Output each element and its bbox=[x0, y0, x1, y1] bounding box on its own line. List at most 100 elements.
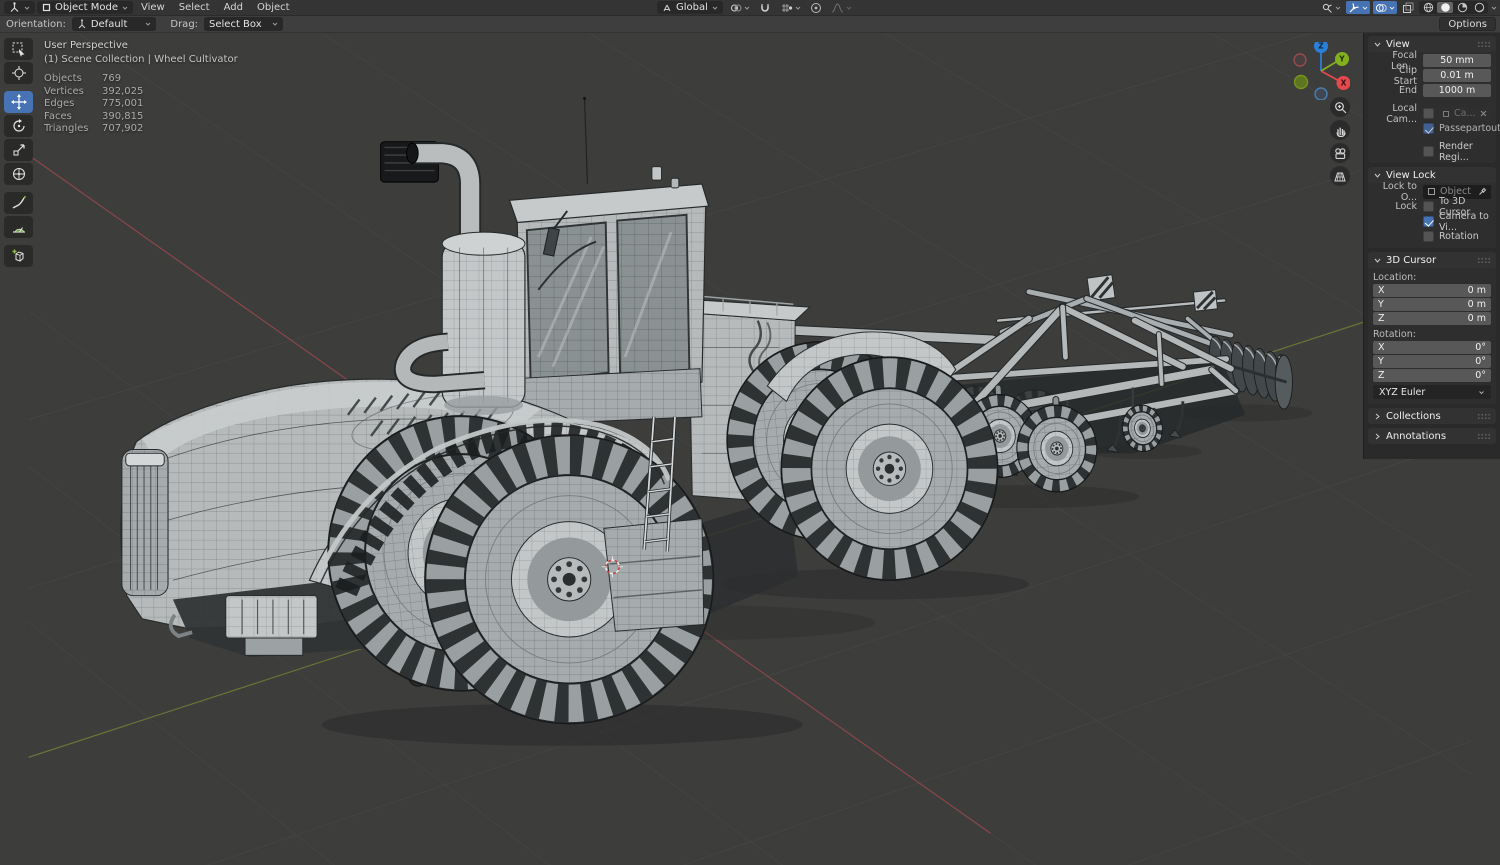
pan-view-button[interactable] bbox=[1330, 120, 1350, 140]
camera-icon bbox=[1335, 147, 1346, 159]
options-button[interactable]: Options bbox=[1439, 17, 1496, 31]
show-overlays-toggle[interactable] bbox=[1373, 1, 1397, 14]
panel-3d-cursor: 3D Cursor Location: X0 m Y0 m Z0 m Rotat… bbox=[1368, 252, 1496, 404]
breadcrumb: (1) Scene Collection | Wheel Cultivator bbox=[44, 53, 238, 65]
drag-grip-icon[interactable] bbox=[1477, 412, 1491, 420]
show-gizmos-toggle[interactable] bbox=[1346, 1, 1370, 14]
local-camera-field[interactable]: Ca... bbox=[1438, 106, 1491, 121]
zoom-view-button[interactable] bbox=[1330, 97, 1350, 117]
menu-add[interactable]: Add bbox=[218, 2, 249, 13]
viewport-3d: User Perspective (1) Scene Collection | … bbox=[0, 33, 1500, 865]
move-icon bbox=[10, 94, 27, 110]
snap-target-button[interactable] bbox=[778, 1, 803, 14]
add-primitive-tool[interactable] bbox=[4, 245, 33, 267]
camera-to-view-checkbox[interactable] bbox=[1423, 216, 1434, 227]
gizmo-axis-y[interactable]: Y bbox=[1335, 52, 1349, 66]
focal-length-field[interactable]: 50 mm bbox=[1423, 54, 1491, 67]
passepartout-label: Passepartout bbox=[1439, 123, 1500, 134]
drag-dropdown[interactable]: Select Box bbox=[204, 17, 283, 31]
gizmo-axis-x[interactable]: X bbox=[1336, 76, 1351, 90]
rotation-mode-dropdown[interactable]: XYZ Euler bbox=[1373, 385, 1491, 399]
snap-target-icon bbox=[781, 3, 793, 12]
xray-toggle[interactable] bbox=[1400, 1, 1416, 14]
object-mode-icon bbox=[42, 3, 51, 12]
shading-rendered-button[interactable] bbox=[1471, 2, 1487, 13]
chevron-down-icon[interactable] bbox=[1491, 5, 1497, 11]
falloff-button[interactable] bbox=[829, 1, 854, 14]
clip-end-field[interactable]: 1000 m bbox=[1423, 84, 1491, 97]
local-camera-checkbox[interactable] bbox=[1423, 108, 1434, 119]
panel-3d-cursor-header[interactable]: 3D Cursor bbox=[1368, 252, 1496, 268]
scale-tool[interactable] bbox=[4, 139, 33, 161]
close-icon[interactable] bbox=[1480, 110, 1487, 117]
hand-icon bbox=[1336, 127, 1346, 137]
transform-tool[interactable] bbox=[4, 163, 33, 185]
drag-grip-icon[interactable] bbox=[1477, 40, 1491, 48]
clip-end-label: End bbox=[1398, 85, 1417, 96]
editor-type-button[interactable] bbox=[4, 1, 35, 14]
cursor-rotation-z[interactable]: Z 0° bbox=[1373, 369, 1491, 382]
cursor-rotation-y[interactable]: Y 0° bbox=[1373, 355, 1491, 368]
shading-wireframe-button[interactable] bbox=[1420, 2, 1436, 13]
gizmo-axis-z[interactable]: Z bbox=[1314, 42, 1328, 53]
cursor-location-x[interactable]: X0 m bbox=[1373, 284, 1491, 297]
shading-solid-button[interactable] bbox=[1437, 2, 1453, 13]
menu-object[interactable]: Object bbox=[251, 2, 296, 13]
axes-icon bbox=[78, 19, 86, 29]
rotate-tool[interactable] bbox=[4, 115, 33, 137]
lock-rotation-label: Rotation bbox=[1439, 231, 1479, 242]
gizmo-axis-y-negative[interactable] bbox=[1293, 74, 1309, 90]
chevron-down-icon bbox=[1374, 173, 1381, 178]
perspective-toggle-button[interactable] bbox=[1330, 166, 1350, 186]
orientation-dropdown-value: Default bbox=[90, 18, 128, 30]
drag-grip-icon[interactable] bbox=[1477, 256, 1491, 264]
drag-label: Drag: bbox=[170, 18, 199, 30]
menu-select[interactable]: Select bbox=[173, 2, 216, 13]
navigation-gizmo[interactable]: Z Y X bbox=[1292, 42, 1350, 100]
camera-to-view-label: Camera to Vi... bbox=[1439, 210, 1489, 233]
cursor-tool-icon bbox=[11, 66, 26, 80]
passepartout-checkbox[interactable] bbox=[1423, 123, 1434, 134]
clip-start-field[interactable]: 0.01 m bbox=[1423, 69, 1491, 82]
cursor-location-y[interactable]: Y0 m bbox=[1373, 298, 1491, 311]
move-tool[interactable] bbox=[4, 91, 33, 113]
pivot-point-button[interactable] bbox=[728, 1, 752, 14]
orientation-dropdown[interactable]: Default bbox=[71, 17, 157, 31]
panel-collections-header[interactable]: Collections bbox=[1368, 408, 1496, 424]
svg-text:X: X bbox=[1341, 79, 1347, 88]
chevron-down-icon bbox=[122, 6, 128, 10]
chevron-right-icon bbox=[1375, 433, 1380, 439]
cursor-location-z[interactable]: Z0 m bbox=[1373, 312, 1491, 325]
cursor-location-label: Location: bbox=[1373, 272, 1417, 283]
shading-material-button[interactable] bbox=[1454, 2, 1470, 13]
show-gizmo-toggle[interactable] bbox=[1319, 1, 1343, 14]
annotate-tool[interactable] bbox=[4, 192, 33, 214]
chevron-down-icon bbox=[1335, 6, 1341, 10]
mode-select[interactable]: Object Mode bbox=[37, 1, 133, 14]
render-region-checkbox[interactable] bbox=[1423, 146, 1434, 157]
annotate-pen-icon bbox=[12, 195, 26, 209]
viewport-canvas[interactable] bbox=[0, 33, 1500, 865]
transform-orientation-select[interactable]: Global bbox=[657, 1, 723, 14]
panel-annotations-header[interactable]: Annotations bbox=[1368, 428, 1496, 444]
gizmo-axis-z-negative[interactable] bbox=[1314, 87, 1328, 100]
add-cube-icon bbox=[12, 249, 23, 262]
measure-tool[interactable] bbox=[4, 216, 33, 238]
mode-label: Object Mode bbox=[55, 2, 118, 13]
camera-view-button[interactable] bbox=[1330, 143, 1350, 163]
cursor-rotation-x[interactable]: X 0° bbox=[1373, 341, 1491, 354]
chevron-down-icon bbox=[1362, 6, 1368, 10]
snap-toggle-button[interactable] bbox=[757, 1, 773, 14]
select-box-tool[interactable] bbox=[4, 38, 33, 60]
menu-view[interactable]: View bbox=[135, 2, 171, 13]
proportional-editing-button[interactable] bbox=[808, 1, 824, 14]
camera-data-icon bbox=[1443, 110, 1449, 117]
drag-grip-icon[interactable] bbox=[1477, 432, 1491, 440]
to-3d-cursor-checkbox[interactable] bbox=[1423, 201, 1434, 212]
measure-icon bbox=[12, 227, 25, 233]
header-bar: Object Mode View Select Add Object Globa… bbox=[0, 0, 1500, 15]
lock-rotation-checkbox[interactable] bbox=[1423, 231, 1434, 242]
gizmo-axis-x-negative[interactable] bbox=[1293, 53, 1307, 67]
transform-icon bbox=[12, 168, 25, 180]
cursor-tool[interactable] bbox=[4, 62, 33, 84]
